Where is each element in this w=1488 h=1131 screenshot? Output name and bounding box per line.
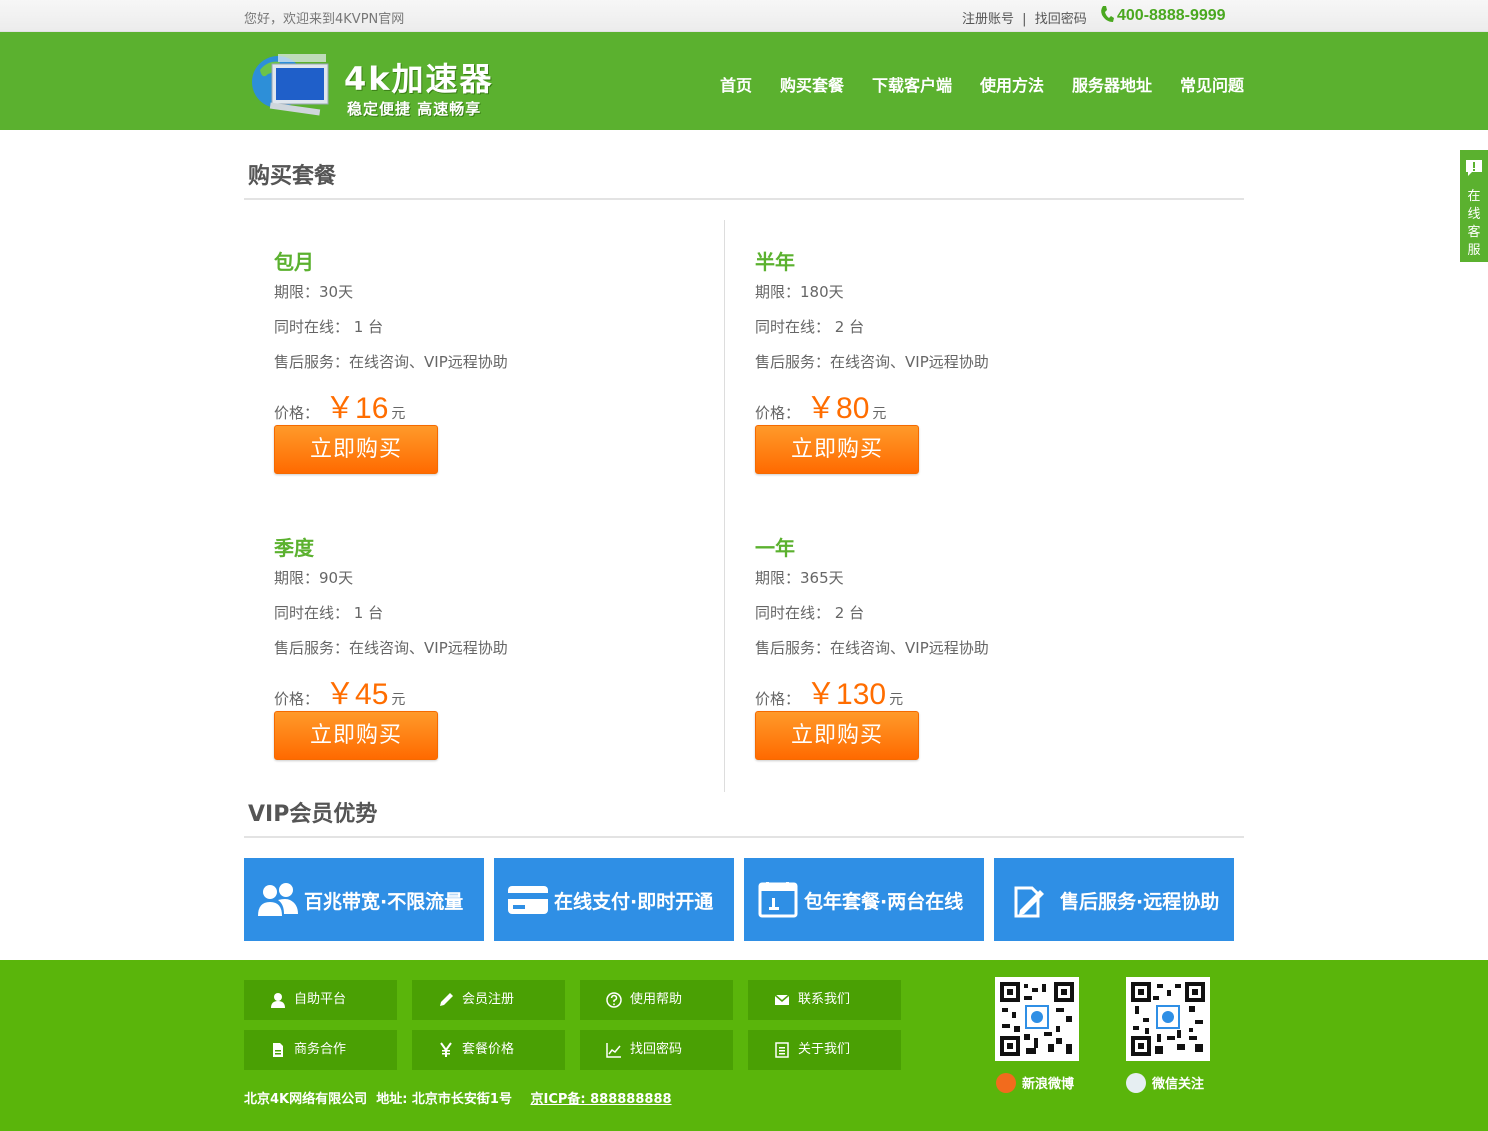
brand-name: 4k加速器: [344, 60, 494, 98]
vip-benefit-label: 包年套餐·两台在线: [804, 891, 964, 913]
account-links: 注册账号 | 找回密码: [962, 8, 1087, 27]
qr-code-icon: [1131, 982, 1205, 1056]
footer-link-business[interactable]: 商务合作: [244, 1030, 397, 1070]
footer-link-self-service[interactable]: 自助平台: [244, 980, 397, 1020]
wechat-link[interactable]: 微信关注: [1126, 1073, 1204, 1093]
weibo-icon: [996, 1073, 1016, 1093]
plan-online-devices: 同时在线： 1 台: [274, 604, 384, 622]
plan-service: 售后服务：在线咨询、VIP远程协助: [755, 353, 989, 371]
list-icon: [775, 1042, 789, 1058]
footer: 自助平台 会员注册 使用帮助 联系我们 商务合作 套餐价格 找回密码 关于我们 …: [0, 960, 1488, 1131]
recover-password-link[interactable]: 找回密码: [1035, 12, 1087, 27]
vip-benefit-label: 售后服务·远程协助: [1060, 891, 1220, 913]
brand-slogan: 稳定便捷 高速畅享: [347, 100, 482, 118]
footer-link-about[interactable]: 关于我们: [748, 1030, 901, 1070]
vip-benefit: 售后服务·远程协助: [994, 858, 1234, 941]
plan-card: 半年 期限：180天 同时在线： 2 台 售后服务：在线咨询、VIP远程协助 价…: [755, 246, 1175, 474]
buy-now-button[interactable]: 立即购买: [274, 425, 438, 474]
chart-icon: [606, 1043, 621, 1058]
hotline: 400-8888-9999: [1100, 5, 1226, 25]
top-bar: 您好，欢迎来到4KVPN官网 注册账号 | 找回密码 400-8888-9999: [0, 0, 1488, 32]
plan-price: 价格： ￥130 元: [755, 678, 904, 711]
help-icon: [606, 992, 622, 1008]
plan-online-devices: 同时在线： 1 台: [274, 318, 384, 336]
company-address: 地址: 北京市长安街1号: [376, 1092, 512, 1107]
buy-now-button[interactable]: 立即购买: [755, 711, 919, 760]
section-title-purchase: 购买套餐: [248, 164, 337, 189]
vip-benefit: 包年套餐·两台在线: [744, 858, 984, 941]
wechat-icon: [1126, 1073, 1146, 1093]
plan-card: 季度 期限：90天 同时在线： 1 台 售后服务：在线咨询、VIP远程协助 价格…: [274, 532, 694, 760]
plan-name: 季度: [274, 536, 314, 560]
plan-period: 期限：180天: [755, 283, 844, 301]
weibo-qr-code: [995, 977, 1079, 1061]
plan-card: 一年 期限：365天 同时在线： 2 台 售后服务：在线咨询、VIP远程协助 价…: [755, 532, 1175, 760]
plan-service: 售后服务：在线咨询、VIP远程协助: [274, 639, 508, 657]
nav-server-address[interactable]: 服务器地址: [1072, 72, 1152, 96]
user-icon: [271, 993, 285, 1008]
mail-icon: [774, 994, 790, 1005]
footer-link-recover[interactable]: 找回密码: [580, 1030, 733, 1070]
link-separator: |: [1022, 12, 1027, 27]
plan-card: 包月 期限：30天 同时在线： 1 台 售后服务：在线咨询、VIP远程协助 价格…: [274, 246, 694, 474]
nav-faq[interactable]: 常见问题: [1180, 72, 1244, 96]
vip-benefit-label: 在线支付·即时开通: [554, 891, 714, 913]
plan-service: 售后服务：在线咨询、VIP远程协助: [755, 639, 989, 657]
welcome-text: 您好，欢迎来到4KVPN官网: [244, 12, 405, 27]
doc-icon: [273, 1043, 283, 1057]
vip-benefit: 百兆带宽·不限流量: [244, 858, 484, 941]
buy-now-button[interactable]: 立即购买: [274, 711, 438, 760]
online-service-label: 在线客服: [1467, 189, 1481, 258]
nav-download-client[interactable]: 下载客户端: [872, 72, 952, 96]
nav-buy-plan[interactable]: 购买套餐: [780, 72, 844, 96]
hotline-number: 400-8888-9999: [1117, 7, 1226, 24]
logo-globe-icon: [252, 54, 329, 116]
online-service-tab[interactable]: 在线客服: [1460, 150, 1488, 262]
nav-home[interactable]: 首页: [720, 72, 752, 96]
plans-column-divider: [724, 220, 725, 792]
plan-price: 价格： ￥80 元: [755, 392, 887, 425]
vip-benefit: 在线支付·即时开通: [494, 858, 734, 941]
card-icon: [508, 886, 548, 914]
section-title-vip: VIP会员优势: [248, 802, 378, 827]
plan-name: 一年: [755, 536, 795, 560]
footer-link-help[interactable]: 使用帮助: [580, 980, 733, 1020]
wechat-qr-code: [1126, 977, 1210, 1061]
plan-price: 价格： ￥16 元: [274, 392, 406, 425]
weibo-link[interactable]: 新浪微博: [996, 1073, 1074, 1093]
phone-icon: [1101, 6, 1114, 22]
plan-service: 售后服务：在线咨询、VIP远程协助: [274, 353, 508, 371]
yen-icon: [440, 1042, 452, 1057]
calendar-icon: [758, 882, 798, 918]
chat-icon: [1466, 160, 1482, 176]
users-icon: [258, 883, 298, 916]
icp-link[interactable]: 京ICP备: 888888888: [531, 1092, 672, 1107]
nav-usage[interactable]: 使用方法: [980, 72, 1044, 96]
edit-icon: [1014, 886, 1044, 918]
footer-link-contact[interactable]: 联系我们: [748, 980, 901, 1020]
pencil-icon: [440, 993, 453, 1006]
section-divider: [244, 836, 1244, 838]
vip-benefit-label: 百兆带宽·不限流量: [304, 891, 464, 913]
footer-link-register[interactable]: 会员注册: [412, 980, 565, 1020]
plan-name: 半年: [755, 250, 795, 274]
qr-code-icon: [1000, 982, 1074, 1056]
plan-online-devices: 同时在线： 2 台: [755, 318, 865, 336]
buy-now-button[interactable]: 立即购买: [755, 425, 919, 474]
plan-online-devices: 同时在线： 2 台: [755, 604, 865, 622]
footer-link-pricing[interactable]: 套餐价格: [412, 1030, 565, 1070]
header: 4k加速器 稳定便捷 高速畅享 首页 购买套餐 下载客户端 使用方法 服务器地址…: [0, 32, 1488, 130]
footer-copyright: 北京4K网络有限公司 地址: 北京市长安街1号 京ICP备: 888888888: [244, 1088, 672, 1107]
plan-period: 期限：365天: [755, 569, 844, 587]
plan-name: 包月: [274, 250, 314, 274]
section-divider: [244, 198, 1244, 200]
company-name: 北京4K网络有限公司: [244, 1092, 368, 1107]
plan-price: 价格： ￥45 元: [274, 678, 406, 711]
plan-period: 期限：30天: [274, 283, 354, 301]
plan-period: 期限：90天: [274, 569, 354, 587]
register-link[interactable]: 注册账号: [962, 12, 1014, 27]
